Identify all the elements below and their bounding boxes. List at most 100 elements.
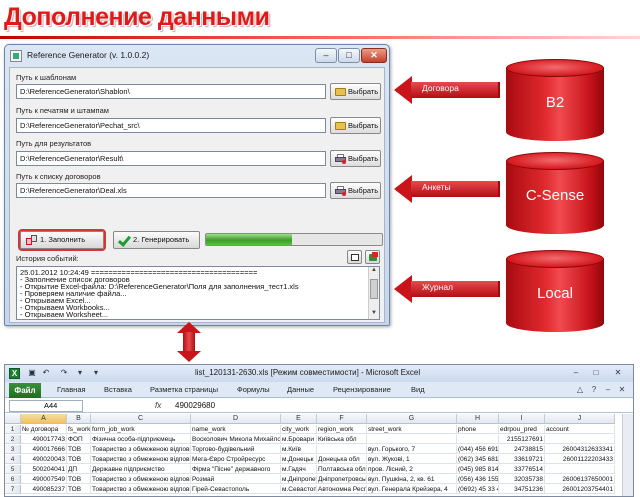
table-cell[interactable]: ТОВ	[67, 455, 91, 464]
table-cell[interactable]: Товариство з обмеженою відповідальністю	[91, 445, 191, 454]
undo-icon[interactable]: ↶	[41, 368, 51, 378]
table-cell[interactable]: 26004312633341	[545, 445, 615, 454]
table-cell[interactable]: (044) 456 6917	[457, 445, 499, 454]
tab-home[interactable]: Главная	[57, 385, 86, 394]
browse-results-button[interactable]: Выбрать	[330, 150, 381, 167]
table-cell[interactable]: (062) 345 6817	[457, 455, 499, 464]
window-titlebar[interactable]: Reference Generator (v. 1.0.0.2) – □ ✕	[5, 45, 389, 67]
table-cell[interactable]: Товариство з обмеженою відповідальністю	[91, 475, 191, 484]
name-box[interactable]: A44	[9, 400, 83, 412]
column-header[interactable]: B	[67, 414, 91, 424]
column-header[interactable]: D	[191, 414, 281, 424]
event-log[interactable]: 25.01.2012 10:24:49 ====================…	[16, 266, 380, 320]
tab-data[interactable]: Данные	[287, 385, 314, 394]
fill-button[interactable]: 1. Заполнить	[18, 229, 106, 251]
table-cell[interactable]: м.Гадяч	[281, 465, 317, 474]
tab-page-layout[interactable]: Разметка страницы	[150, 385, 218, 394]
column-header[interactable]: F	[317, 414, 367, 424]
save-icon[interactable]: ▣	[27, 368, 37, 378]
table-cell[interactable]: Товариство з обмеженою відповідальністю	[91, 485, 191, 494]
minimize-button[interactable]: –	[315, 48, 337, 63]
column-header[interactable]: I	[499, 414, 545, 424]
table-cell[interactable]: Фізична особа-підприємець	[91, 435, 191, 444]
table-cell[interactable]: ТОВ	[67, 445, 91, 454]
column-header[interactable]: G	[367, 414, 457, 424]
clear-log-icon[interactable]	[347, 250, 362, 264]
table-cell[interactable]: Донецька обл	[317, 455, 367, 464]
table-cell[interactable]: вул. Жукові, 1	[367, 455, 457, 464]
column-header[interactable]: H	[457, 414, 499, 424]
formula-input[interactable]: 490029680	[175, 401, 215, 410]
browse-deals-button[interactable]: Выбрать	[330, 182, 381, 199]
table-cell[interactable]: (0692) 45 33 41	[457, 485, 499, 494]
table-cell[interactable]: form_job_work	[91, 425, 191, 434]
table-cell[interactable]: 24738815	[499, 445, 545, 454]
table-cell[interactable]: Мега-Євро Стройресурс	[191, 455, 281, 464]
row-header[interactable]: 2	[5, 435, 21, 444]
table-cell[interactable]	[545, 435, 615, 444]
table-cell[interactable]: ТОВ	[67, 475, 91, 484]
browse-stamps-button[interactable]: Выбрать	[330, 117, 381, 134]
row-header[interactable]: 3	[5, 445, 21, 454]
table-cell[interactable]: (056) 436 1553	[457, 475, 499, 484]
column-header[interactable]: A	[21, 414, 67, 424]
table-cell[interactable]: 490017743	[21, 435, 67, 444]
maximize-button[interactable]: □	[587, 367, 605, 379]
table-cell[interactable]: region_work	[317, 425, 367, 434]
maximize-button[interactable]: □	[338, 48, 360, 63]
deals-list-path-input[interactable]: D:\ReferenceGenerator\Deal.xls	[16, 183, 326, 198]
table-cell[interactable]: пров. Лісний, 2	[367, 465, 457, 474]
tab-formulas[interactable]: Формулы	[237, 385, 270, 394]
table-cell[interactable]: ДП	[67, 465, 91, 474]
minimize-button[interactable]: –	[567, 367, 585, 379]
table-cell[interactable]: вул. Пушкіна, 2, кв. 61	[367, 475, 457, 484]
spreadsheet-grid[interactable]: A B C D E F G H I J 1 № договора fs_work form_job_wor…	[5, 414, 633, 496]
table-cell[interactable]: № договора	[21, 425, 67, 434]
column-header[interactable]: J	[545, 414, 615, 424]
ribbon-collapse-icon[interactable]: △	[575, 385, 585, 395]
column-header[interactable]: C	[91, 414, 191, 424]
row-header[interactable]: 4	[5, 455, 21, 464]
table-cell[interactable]: Полтавська обл	[317, 465, 367, 474]
table-cell[interactable]: м.Дніпропетровськ	[281, 475, 317, 484]
table-cell[interactable]: name_work	[191, 425, 281, 434]
table-cell[interactable]: Розмай	[191, 475, 281, 484]
save-log-icon[interactable]	[365, 250, 380, 264]
help-icon[interactable]: ?	[589, 385, 599, 395]
table-cell[interactable]	[317, 445, 367, 454]
table-cell[interactable]: ТОВ	[67, 485, 91, 494]
tab-insert[interactable]: Вставка	[104, 385, 132, 394]
table-cell[interactable]: Товариство з обмеженою відповідальністю	[91, 455, 191, 464]
tab-review[interactable]: Рецензирование	[333, 385, 391, 394]
table-cell[interactable]: (045) 985 8140	[457, 465, 499, 474]
table-cell[interactable]: 490085237	[21, 485, 67, 494]
browse-templates-button[interactable]: Выбрать	[330, 83, 381, 100]
table-cell[interactable]: street_work	[367, 425, 457, 434]
column-header[interactable]: E	[281, 414, 317, 424]
table-cell[interactable]: м.Севастополь	[281, 485, 317, 494]
row-header[interactable]: 5	[5, 465, 21, 474]
table-cell[interactable]: 26001122203433	[545, 455, 615, 464]
table-cell[interactable]: 2155127691	[499, 435, 545, 444]
table-cell[interactable]: 33776514	[499, 465, 545, 474]
table-cell[interactable]: м.Донецьк	[281, 455, 317, 464]
results-path-input[interactable]: D:\ReferenceGenerator\Result\	[16, 151, 326, 166]
minimize-workbook-icon[interactable]: –	[603, 385, 613, 395]
table-cell[interactable]: Дніпропетровська	[317, 475, 367, 484]
scroll-up-icon[interactable]: ▲	[369, 267, 379, 276]
close-workbook-icon[interactable]: ✕	[617, 385, 627, 395]
qat-overflow-icon[interactable]: ▾	[91, 368, 101, 378]
close-button[interactable]: ✕	[609, 367, 627, 379]
table-cell[interactable]	[457, 435, 499, 444]
table-cell[interactable]: account	[545, 425, 615, 434]
scroll-down-icon[interactable]: ▼	[369, 310, 379, 319]
table-cell[interactable]: phone	[457, 425, 499, 434]
function-icon[interactable]: fx	[155, 401, 161, 410]
table-cell[interactable]: city_work	[281, 425, 317, 434]
table-cell[interactable]: Фірма "Пісне" державного	[191, 465, 281, 474]
table-cell[interactable]	[367, 435, 457, 444]
table-cell[interactable]: Торгово-будівельний	[191, 445, 281, 454]
table-cell[interactable]: Восколович Микола Михайлович	[191, 435, 281, 444]
table-cell[interactable]: edrpou_pred	[499, 425, 545, 434]
table-cell[interactable]: вул. Генерала Крейзера, 4	[367, 485, 457, 494]
